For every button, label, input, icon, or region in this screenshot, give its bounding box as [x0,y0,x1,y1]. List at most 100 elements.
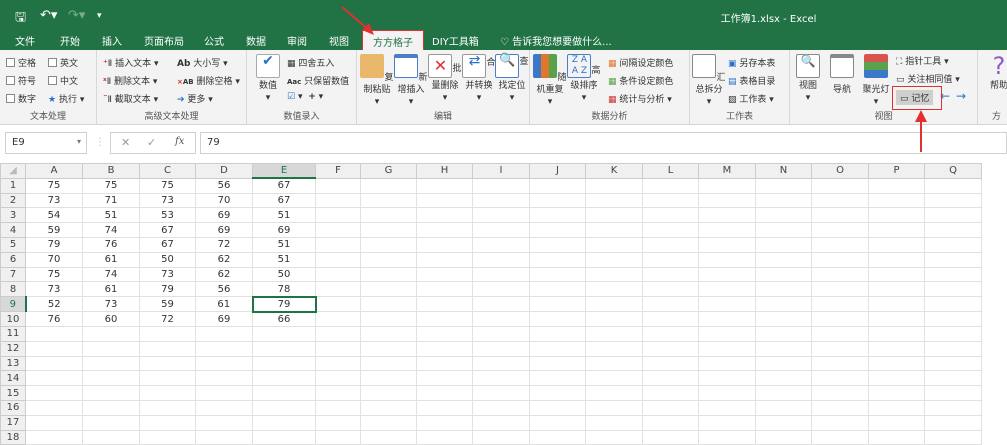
help-button[interactable]: ? 帮助 [984,52,1007,92]
cell[interactable] [360,236,417,253]
cell[interactable]: 56 [195,177,253,194]
round-button[interactable]: ▦ 四舍五入 [287,56,334,69]
cell[interactable] [811,222,869,238]
cell[interactable]: 51 [82,207,140,224]
cell[interactable] [195,370,253,387]
row-header[interactable]: 17 [0,414,26,431]
cell[interactable] [642,414,699,431]
cell[interactable] [811,266,869,283]
cell[interactable] [924,296,982,313]
cell[interactable] [82,414,140,431]
tab-page-layout[interactable]: 页面布局 [144,33,184,48]
cell[interactable] [416,266,473,283]
cell[interactable] [868,385,925,401]
cell[interactable] [360,370,417,387]
cell[interactable] [195,385,253,401]
insert-function-icon[interactable]: fx [175,136,184,147]
delete-space-button[interactable]: ×AB 删除空格 ▾ [177,74,240,87]
cell[interactable] [25,399,83,416]
row-header[interactable]: 7 [0,266,26,283]
cell[interactable] [416,296,473,313]
tab-file[interactable]: 文件 [15,33,35,48]
column-header[interactable]: J [529,163,586,179]
statistics-button[interactable]: ▦ 统计与分析 ▾ [608,92,672,105]
cell[interactable] [315,281,361,298]
cell[interactable] [755,414,812,431]
cell[interactable] [868,311,925,327]
row-header[interactable]: 8 [0,281,26,298]
cell[interactable] [924,370,982,387]
cell[interactable] [252,414,316,431]
cell[interactable] [755,311,812,327]
column-header[interactable]: I [472,163,530,179]
cell[interactable] [416,385,473,401]
row-header[interactable]: 9 [0,296,27,313]
cell[interactable] [360,355,417,372]
cell[interactable] [315,311,361,327]
cell[interactable] [924,236,982,253]
cell[interactable] [698,325,756,342]
row-header[interactable]: 10 [0,311,26,327]
cell[interactable] [811,355,869,372]
cell[interactable] [811,340,869,357]
cell[interactable] [868,370,925,387]
cell[interactable] [472,251,530,268]
cell[interactable]: 75 [82,177,140,194]
cell[interactable] [698,192,756,209]
cell[interactable] [315,207,361,224]
cell[interactable]: 69 [195,222,253,238]
cell[interactable] [139,370,196,387]
advanced-sort-button[interactable]: Z AA Z 高级排序 ▾ [567,54,601,104]
cell[interactable] [472,222,530,238]
cell[interactable]: 79 [139,281,196,298]
cell[interactable] [585,399,643,416]
cell[interactable]: 69 [195,207,253,224]
tab-home[interactable]: 开始 [60,33,80,48]
cell[interactable] [642,177,699,194]
cell[interactable] [924,399,982,416]
view-button[interactable]: 🔍视图 ▾ [794,54,822,104]
cell[interactable] [811,207,869,224]
cell[interactable] [195,414,253,431]
cell[interactable] [360,414,417,431]
cell[interactable]: 73 [82,296,140,313]
cell[interactable] [924,340,982,357]
cell[interactable] [315,414,361,431]
cell[interactable] [82,325,140,342]
column-header[interactable]: F [315,163,361,179]
cell[interactable] [585,370,643,387]
more-button[interactable]: ➔ 更多 ▾ [177,92,213,105]
cell[interactable] [195,340,253,357]
cell[interactable]: 74 [82,266,140,283]
cell[interactable] [25,340,83,357]
cell[interactable] [315,325,361,342]
cell[interactable] [315,222,361,238]
navigation-button[interactable]: 导航 [828,54,856,96]
cell[interactable] [360,399,417,416]
cell[interactable] [472,340,530,357]
cell[interactable]: 66 [252,311,316,327]
cell[interactable]: 76 [82,236,140,253]
cell[interactable] [755,385,812,401]
cell[interactable] [360,192,417,209]
tab-review[interactable]: 审阅 [287,33,307,48]
cell[interactable] [868,355,925,372]
cell[interactable] [811,281,869,298]
cell[interactable] [315,340,361,357]
cell[interactable] [529,266,586,283]
cell[interactable]: 73 [139,192,196,209]
cell[interactable]: 73 [25,281,83,298]
cell[interactable] [924,414,982,431]
cell[interactable] [698,399,756,416]
cell[interactable] [755,236,812,253]
batch-delete-button[interactable]: ✕ 批量删除 ▾ [428,54,462,104]
cell[interactable] [755,207,812,224]
save-sheet-button[interactable]: ▣ 另存本表 [728,56,775,69]
column-header[interactable]: K [585,163,643,179]
cell[interactable] [811,414,869,431]
cell[interactable] [416,222,473,238]
cell[interactable] [811,370,869,387]
checkbox-english[interactable]: 英文 [48,56,78,69]
cell[interactable] [25,355,83,372]
interval-color-button[interactable]: ▦ 间隔设定颜色 [608,56,673,69]
